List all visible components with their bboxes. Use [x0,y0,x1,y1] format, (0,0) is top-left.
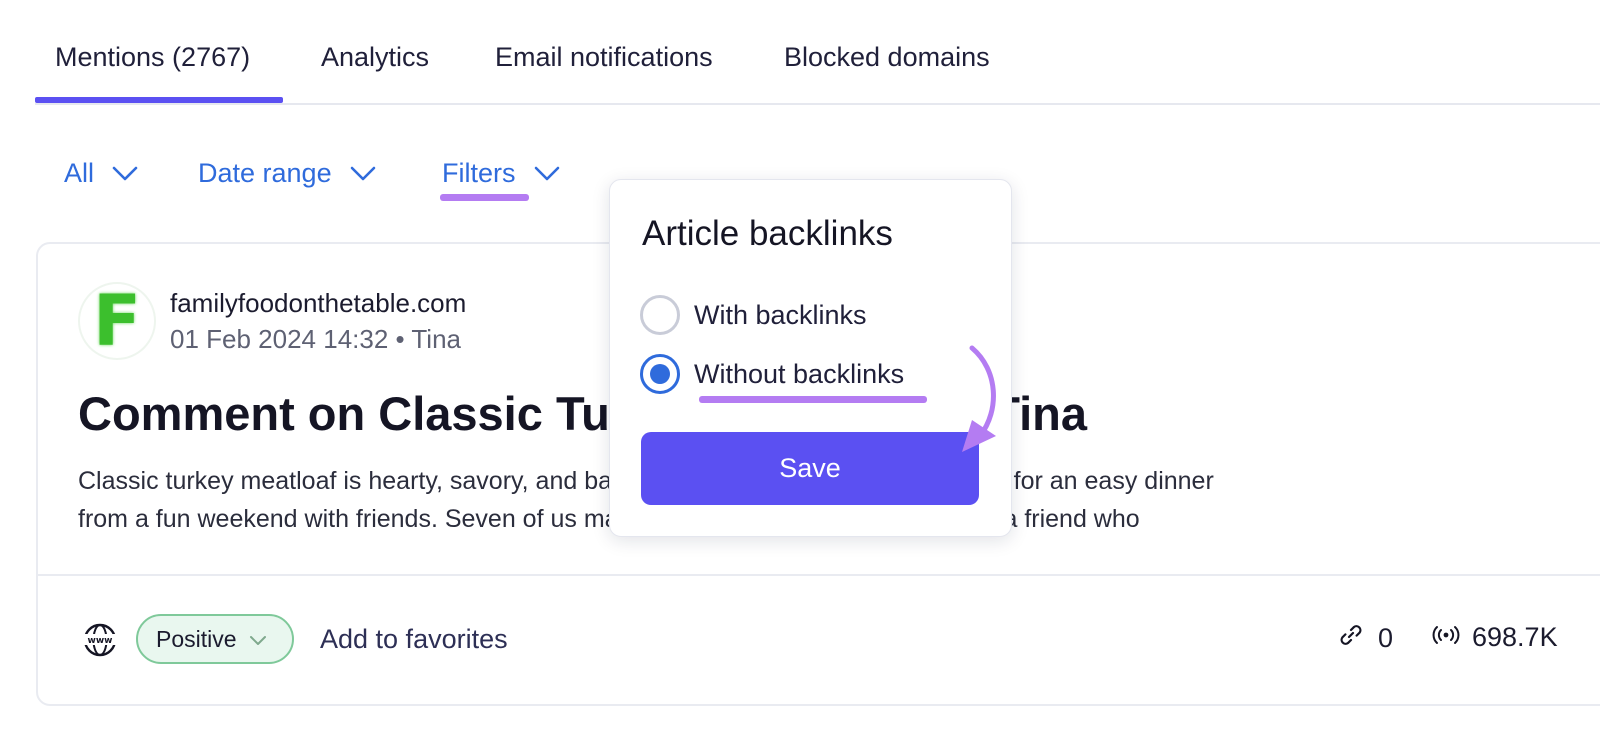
mention-footer: www Positive Add to favorites 0 698.7K [38,576,1600,706]
backlinks-stat: 0 [1338,622,1393,655]
reach-stat: 698.7K [1432,622,1558,653]
tab-email-notifications[interactable]: Email notifications [495,42,713,73]
tab-bar: Mentions (2767) Analytics Email notifica… [35,0,1600,105]
mentions-page: Mentions (2767) Analytics Email notifica… [0,0,1600,741]
tab-mentions[interactable]: Mentions (2767) [55,42,250,73]
date-range-label: Date range [198,158,332,188]
chevron-down-icon [534,158,560,189]
sentiment-label: Positive [156,625,237,652]
radio-without-backlinks[interactable] [640,354,680,394]
all-dropdown-label: All [64,158,95,188]
link-icon [1338,622,1364,655]
option-label: With backlinks [694,299,867,330]
www-globe-icon: www [82,622,118,663]
save-button[interactable]: Save [641,432,979,505]
chevron-down-icon [112,158,138,189]
filters-dropdown[interactable]: Filters [442,158,560,189]
chevron-down-icon [249,626,267,653]
option-label: Without backlinks [694,358,905,389]
mention-meta: 01 Feb 2024 14:32 • Tina [170,324,461,354]
mention-domain[interactable]: familyfoodonthetable.com [170,288,466,319]
active-tab-indicator [35,97,283,103]
date-range-dropdown[interactable]: Date range [198,158,376,189]
avatar-letter: F [93,280,141,362]
backlinks-count: 0 [1378,623,1394,653]
option-without-backlinks[interactable]: Without backlinks [640,354,904,394]
filters-label: Filters [442,158,516,188]
chevron-down-icon [350,158,376,189]
broadcast-icon [1432,622,1460,653]
option-highlight-underline [699,396,927,403]
sentiment-dropdown[interactable]: Positive [136,614,294,664]
tab-blocked-domains[interactable]: Blocked domains [784,42,990,73]
reach-value: 698.7K [1472,622,1558,652]
popover-title: Article backlinks [642,214,893,253]
option-with-backlinks[interactable]: With backlinks [640,295,867,335]
tab-analytics[interactable]: Analytics [321,42,429,73]
avatar: F [78,282,156,360]
all-dropdown[interactable]: All [64,158,138,189]
radio-with-backlinks[interactable] [640,295,680,335]
curved-arrow-annotation [950,340,1010,465]
add-to-favorites-button[interactable]: Add to favorites [320,624,508,655]
filters-highlight-underline [440,194,529,201]
svg-text:www: www [88,636,113,646]
